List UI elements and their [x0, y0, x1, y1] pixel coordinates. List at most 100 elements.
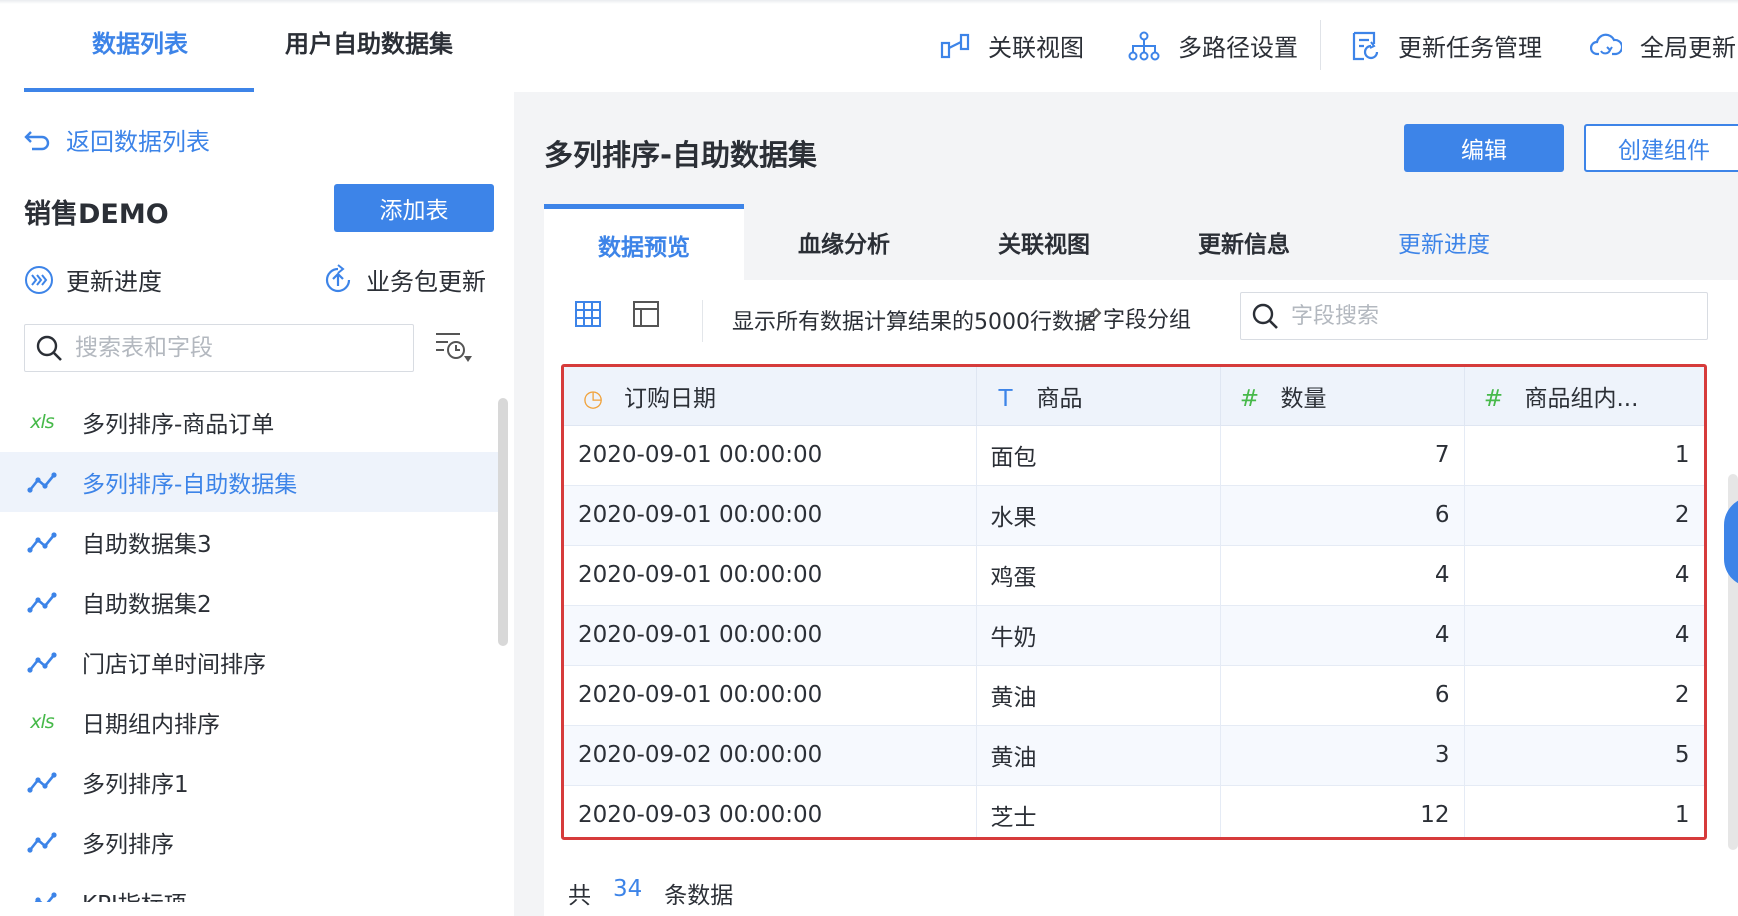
- sidebar-search-input[interactable]: [75, 335, 375, 361]
- list-item-label: 多列排序1: [82, 772, 189, 798]
- sort-filter-icon[interactable]: [434, 330, 474, 366]
- layout-view-icon[interactable]: [632, 300, 660, 328]
- add-table-button[interactable]: 添加表: [334, 184, 494, 232]
- cell-rank: 4: [1464, 605, 1704, 666]
- grid-view-icon[interactable]: [574, 300, 602, 328]
- row-count-suffix: 条数据: [664, 883, 734, 909]
- column-header-label: 数量: [1280, 385, 1327, 412]
- cell-product: 黄油: [976, 665, 1221, 726]
- update-task-button[interactable]: 更新任务管理: [1350, 28, 1542, 63]
- text-type-icon: T: [998, 385, 1013, 412]
- table-row: 2020-09-01 00:00:00 鸡蛋 4 4: [564, 545, 1704, 606]
- relation-view-button[interactable]: 关联视图: [940, 28, 1084, 63]
- cell-date: 2020-09-03 00:00:00: [564, 785, 977, 837]
- dataset-icon: [27, 592, 57, 613]
- table-row: 2020-09-01 00:00:00 黄油 6 2: [564, 665, 1704, 726]
- tab-lineage[interactable]: 血缘分析: [744, 204, 944, 280]
- package-update-button[interactable]: 业务包更新: [322, 262, 486, 297]
- list-item[interactable]: 多列排序1: [0, 752, 500, 812]
- back-to-list-label: 返回数据列表: [66, 128, 210, 156]
- sidebar-search-box: [24, 324, 414, 372]
- list-item-label: 自助数据集2: [82, 592, 212, 618]
- tab-update-info[interactable]: 更新信息: [1144, 204, 1344, 280]
- tab-relation-view[interactable]: 关联视图: [944, 204, 1144, 280]
- top-shade: [0, 0, 1738, 4]
- update-task-label: 更新任务管理: [1398, 34, 1542, 62]
- xls-file-icon: xls: [30, 711, 54, 733]
- cell-date: 2020-09-02 00:00:00: [564, 725, 977, 786]
- field-search-box: [1240, 292, 1708, 340]
- tab-data-preview[interactable]: 数据预览: [544, 204, 744, 280]
- sidebar: 返回数据列表 销售DEMO 添加表 更新进度 业务包更新 xls 多列排序-商品…: [0, 92, 500, 916]
- cell-product: 牛奶: [976, 605, 1221, 666]
- main-area: 多列排序-自助数据集 编辑 创建组件 数据预览 血缘分析 关联视图 更新信息 更…: [514, 92, 1738, 916]
- preview-toolbar: 显示所有数据计算结果的5000行数据 字段分组: [544, 280, 1738, 360]
- multi-path-button[interactable]: 多路径设置: [1128, 28, 1298, 63]
- cell-rank: 2: [1464, 485, 1704, 546]
- upload-refresh-icon: [325, 263, 351, 292]
- cell-quantity: 4: [1220, 605, 1465, 666]
- multi-path-icon: [1128, 31, 1160, 60]
- global-update-button[interactable]: 全局更新: [1590, 28, 1736, 63]
- list-item[interactable]: 自助数据集2: [0, 572, 500, 632]
- column-header-label: 订购日期: [624, 385, 716, 412]
- cell-quantity: 7: [1220, 425, 1465, 486]
- search-icon: [1252, 303, 1278, 329]
- column-header-group-rank[interactable]: # 商品组内...: [1464, 367, 1704, 426]
- update-task-icon: [1352, 31, 1379, 60]
- list-item-label: 日期组内排序: [82, 712, 220, 738]
- back-to-list-link[interactable]: 返回数据列表: [24, 122, 210, 157]
- table-row: 2020-09-01 00:00:00 牛奶 4 4: [564, 605, 1704, 666]
- table-header-row: ◷ 订购日期 T 商品 # 数量 # 商品组内...: [564, 367, 1704, 426]
- dataset-icon: [27, 532, 57, 553]
- list-item[interactable]: KPI指标项: [0, 872, 500, 902]
- page-title: 多列排序-自助数据集: [544, 138, 818, 172]
- cloud-refresh-icon: [1590, 33, 1622, 55]
- list-item-label: 多列排序-自助数据集: [82, 472, 298, 498]
- sidebar-scrollbar[interactable]: [498, 398, 508, 646]
- relation-view-label: 关联视图: [988, 34, 1084, 62]
- cell-date: 2020-09-01 00:00:00: [564, 485, 977, 546]
- number-type-icon: #: [1483, 385, 1504, 412]
- column-header-order-date[interactable]: ◷ 订购日期: [564, 367, 977, 426]
- tab-user-dataset[interactable]: 用户自助数据集: [285, 24, 453, 59]
- tab-update-progress[interactable]: 更新进度: [1344, 204, 1544, 280]
- field-search-input[interactable]: [1291, 303, 1671, 329]
- row-count-footer: 共 34 条数据: [568, 876, 733, 910]
- list-item[interactable]: xls 多列排序-商品订单: [0, 392, 500, 452]
- column-header-label: 商品组内...: [1524, 385, 1639, 412]
- cell-date: 2020-09-01 00:00:00: [564, 665, 977, 726]
- table-row: 2020-09-02 00:00:00 黄油 3 5: [564, 725, 1704, 786]
- update-progress-button[interactable]: 更新进度: [24, 262, 162, 297]
- xls-file-icon: xls: [30, 411, 54, 433]
- relation-view-icon: [940, 33, 970, 58]
- list-item[interactable]: 多列排序-自助数据集: [0, 452, 500, 512]
- list-item[interactable]: 多列排序: [0, 812, 500, 872]
- list-item-label: 自助数据集3: [82, 532, 212, 558]
- number-type-icon: #: [1239, 385, 1260, 412]
- cell-date: 2020-09-01 00:00:00: [564, 425, 977, 486]
- cell-product: 芝士: [976, 785, 1221, 837]
- column-header-product[interactable]: T 商品: [976, 367, 1221, 426]
- list-item[interactable]: 自助数据集3: [0, 512, 500, 572]
- cell-date: 2020-09-01 00:00:00: [564, 545, 977, 606]
- create-component-button[interactable]: 创建组件: [1584, 124, 1738, 172]
- edit-button[interactable]: 编辑: [1404, 124, 1564, 172]
- edit-pen-icon: [1081, 307, 1102, 328]
- cell-quantity: 12: [1220, 785, 1465, 837]
- tab-data-list[interactable]: 数据列表: [92, 24, 188, 59]
- field-group-button[interactable]: 字段分组: [1079, 302, 1191, 334]
- dataset-icon: [34, 892, 57, 902]
- row-count-prefix: 共: [568, 883, 591, 909]
- column-header-quantity[interactable]: # 数量: [1220, 367, 1465, 426]
- list-item[interactable]: 门店订单时间排序: [0, 632, 500, 692]
- package-update-label: 业务包更新: [366, 268, 486, 296]
- table-row: 2020-09-03 00:00:00 芝士 12 1: [564, 785, 1704, 837]
- multi-path-label: 多路径设置: [1178, 34, 1298, 62]
- cell-product: 黄油: [976, 725, 1221, 786]
- dataset-icon: [27, 472, 57, 493]
- toolbar-separator: [702, 300, 703, 342]
- clock-icon: ◷: [582, 385, 604, 412]
- list-item[interactable]: xls 日期组内排序: [0, 692, 500, 752]
- subtab-bar: 数据预览 血缘分析 关联视图 更新信息 更新进度: [544, 204, 1738, 280]
